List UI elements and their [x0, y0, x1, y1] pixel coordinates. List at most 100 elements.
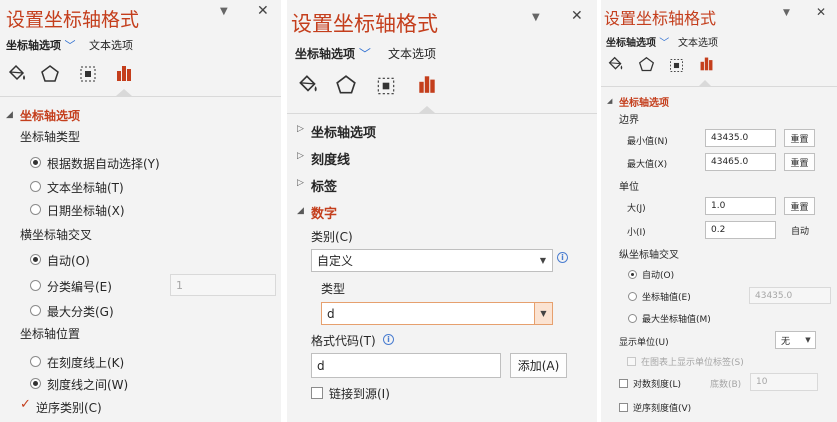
close-icon[interactable]: ✕ — [816, 5, 826, 19]
tab-text-options[interactable]: 文本选项 — [388, 45, 436, 62]
section-axis-options[interactable]: 坐标轴选项 — [20, 107, 80, 124]
radio-between-tick-marks-label[interactable]: 刻度线之间(W) — [47, 376, 128, 393]
radio-category-number-label[interactable]: 分类编号(E) — [47, 278, 112, 295]
size-properties-icon[interactable] — [668, 57, 685, 74]
radio-max-category-label[interactable]: 最大分类(G) — [47, 303, 114, 320]
checkbox-reverse-values-label[interactable]: 逆序刻度值(V) — [633, 401, 691, 414]
radio-text-axis[interactable] — [30, 181, 41, 192]
pane-menu-icon[interactable]: ▼ — [783, 8, 790, 18]
radio-axis-value-label[interactable]: 坐标轴值(E) — [642, 290, 691, 303]
tab-text-options[interactable]: 文本选项 — [678, 34, 718, 49]
expand-triangle-icon[interactable]: ▷ — [297, 151, 304, 161]
major-unit-label: 大(J) — [627, 204, 646, 214]
close-icon[interactable]: ✕ — [571, 8, 583, 24]
axis-options-bar-chart-icon[interactable] — [114, 63, 134, 83]
checkmark-icon[interactable]: ✓ — [20, 397, 31, 412]
minimum-label: 最小值(N) — [627, 137, 668, 147]
radio-between-tick-marks[interactable] — [30, 378, 41, 389]
radio-vcross-auto-label[interactable]: 自动(O) — [642, 268, 674, 281]
radio-max-axis-value[interactable] — [628, 314, 637, 323]
radio-text-axis-label[interactable]: 文本坐标轴(T) — [47, 179, 124, 196]
radio-cross-auto-label[interactable]: 自动(O) — [47, 252, 90, 269]
type-dropdown[interactable]: d ▼ — [321, 302, 553, 325]
collapse-triangle-icon[interactable]: ◢ — [607, 97, 612, 105]
section-tick-marks[interactable]: 刻度线 — [311, 149, 350, 168]
display-units-dropdown[interactable]: 无 ▼ — [775, 331, 816, 349]
pane-title: 设置坐标轴格式 — [291, 12, 438, 36]
checkbox-show-units-label[interactable] — [627, 357, 636, 366]
tab-axis-options-label: 坐标轴选项 — [606, 38, 656, 49]
checkbox-link-to-source-label[interactable]: 链接到源(I) — [329, 385, 390, 402]
pentagon-effects-icon[interactable] — [638, 56, 655, 73]
collapse-triangle-icon[interactable]: ◢ — [6, 110, 13, 120]
maximum-reset-button[interactable]: 重置 — [784, 153, 815, 171]
category-dropdown[interactable]: 自定义 ▼ — [311, 249, 553, 272]
add-button[interactable]: 添加(A) — [510, 353, 567, 378]
radio-category-number[interactable] — [30, 280, 41, 291]
section-number[interactable]: 数字 — [311, 203, 337, 222]
size-properties-icon[interactable] — [375, 75, 397, 97]
axis-options-bar-chart-icon[interactable] — [698, 55, 715, 72]
minor-unit-label: 小(I) — [627, 228, 646, 238]
section-labels[interactable]: 标签 — [311, 176, 337, 195]
expand-triangle-icon[interactable]: ▷ — [297, 178, 304, 188]
axis-options-bar-chart-icon[interactable] — [416, 73, 438, 95]
section-axis-options[interactable]: 坐标轴选项 — [619, 94, 669, 109]
close-icon[interactable]: ✕ — [257, 3, 269, 19]
pentagon-effects-icon[interactable] — [335, 74, 357, 96]
format-code-label: 格式代码(T) — [311, 334, 376, 348]
tab-separator — [601, 86, 837, 87]
base-input[interactable]: 10 — [750, 373, 818, 391]
paint-bucket-icon[interactable] — [6, 64, 28, 84]
checkbox-show-units-label-text[interactable]: 在图表上显示单位标签(S) — [641, 355, 744, 368]
minor-unit-input[interactable]: 0.2 — [705, 221, 776, 239]
major-unit-reset-button[interactable]: 重置 — [784, 197, 815, 215]
checkbox-log-scale-label[interactable]: 对数刻度(L) — [633, 377, 681, 390]
paint-bucket-icon[interactable] — [296, 74, 320, 96]
bounds-label: 边界 — [619, 115, 639, 126]
paint-bucket-icon[interactable] — [606, 56, 625, 73]
major-unit-input[interactable]: 1.0 — [705, 197, 776, 215]
pane-menu-icon[interactable]: ▼ — [220, 6, 228, 17]
minimum-reset-button[interactable]: 重置 — [784, 129, 815, 147]
format-code-input[interactable]: d — [311, 353, 501, 378]
tab-text-options[interactable]: 文本选项 — [89, 37, 133, 53]
info-icon[interactable]: i — [383, 334, 394, 345]
radio-date-axis[interactable] — [30, 204, 41, 215]
axis-position-label: 坐标轴位置 — [20, 327, 81, 341]
radio-cross-auto[interactable] — [30, 254, 41, 265]
vertical-cross-label: 纵坐标轴交叉 — [619, 250, 679, 261]
checkbox-reverse-values[interactable] — [619, 403, 628, 412]
radio-auto-select-label[interactable]: 根据数据自动选择(Y) — [47, 155, 160, 172]
tab-separator — [0, 96, 281, 97]
axis-value-input[interactable]: 43435.0 — [749, 287, 831, 304]
radio-auto-select[interactable] — [30, 157, 41, 168]
maximum-input[interactable]: 43465.0 — [705, 153, 776, 171]
checkbox-link-to-source[interactable] — [311, 387, 323, 399]
radio-on-tick-marks[interactable] — [30, 356, 41, 367]
expand-triangle-icon[interactable]: ▷ — [297, 124, 304, 134]
tab-axis-options[interactable]: 坐标轴选项 ﹀ — [606, 34, 669, 49]
units-label: 单位 — [619, 182, 639, 193]
checkbox-reverse-categories-label[interactable]: 逆序类别(C) — [36, 399, 102, 416]
collapse-triangle-icon[interactable]: ◢ — [297, 206, 304, 216]
minor-unit-auto-label: 自动 — [791, 227, 810, 237]
radio-vcross-auto[interactable] — [628, 270, 637, 279]
minimum-input[interactable]: 43435.0 — [705, 129, 776, 147]
tab-axis-options[interactable]: 坐标轴选项 ﹀ — [6, 37, 76, 53]
type-label: 类型 — [321, 282, 346, 296]
category-number-input[interactable]: 1 — [170, 274, 276, 296]
radio-date-axis-label[interactable]: 日期坐标轴(X) — [47, 202, 125, 219]
radio-max-category[interactable] — [30, 305, 41, 316]
radio-on-tick-marks-label[interactable]: 在刻度线上(K) — [47, 354, 124, 371]
pentagon-effects-icon[interactable] — [40, 64, 60, 84]
section-axis-options[interactable]: 坐标轴选项 — [311, 122, 376, 141]
checkbox-log-scale[interactable] — [619, 379, 628, 388]
tab-axis-options[interactable]: 坐标轴选项 ﹀ — [295, 45, 371, 62]
selected-tab-indicator — [699, 80, 711, 86]
radio-max-axis-value-label[interactable]: 最大坐标轴值(M) — [642, 312, 711, 325]
size-properties-icon[interactable] — [78, 64, 98, 84]
info-icon[interactable]: i — [557, 252, 568, 263]
radio-axis-value[interactable] — [628, 292, 637, 301]
pane-menu-icon[interactable]: ▼ — [532, 12, 540, 23]
